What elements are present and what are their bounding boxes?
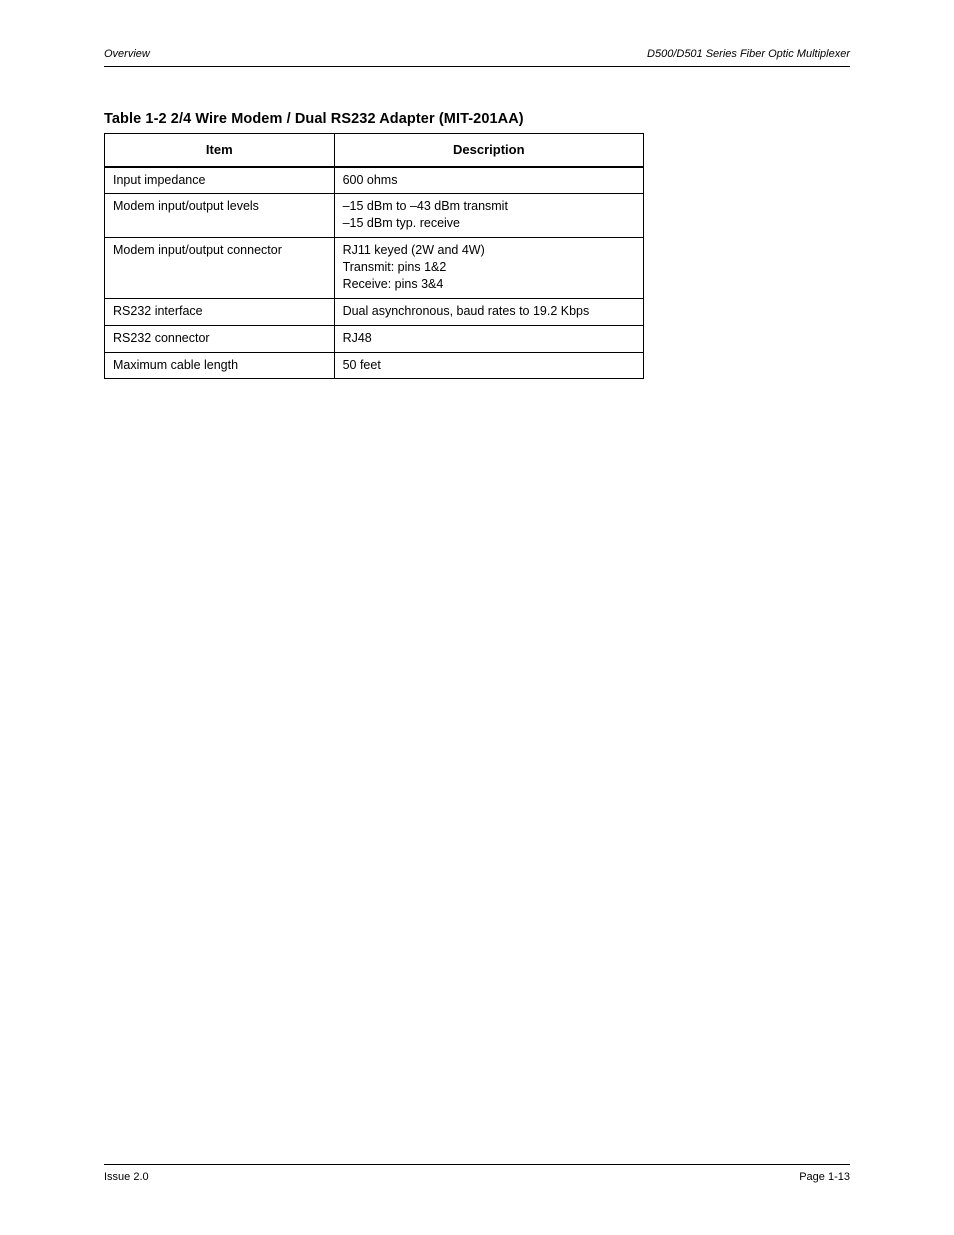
table-row: RS232 connectorRJ48 <box>105 325 644 352</box>
footer-page-label: Page <box>799 1171 828 1183</box>
page-header: Overview D500/D501 Series Fiber Optic Mu… <box>104 48 850 60</box>
footer-issue: Issue 2.0 <box>104 1171 149 1183</box>
footer-page-number: 1-13 <box>828 1171 850 1183</box>
table-header-description: Description <box>334 134 643 167</box>
footer-page: Page 1-13 <box>799 1171 850 1183</box>
table-cell-description: RJ11 keyed (2W and 4W)Transmit: pins 1&2… <box>334 238 643 299</box>
page-footer: Issue 2.0 Page 1-13 <box>104 1164 850 1183</box>
table-cell-item: Modem input/output levels <box>105 194 335 238</box>
table-cell-item: RS232 connector <box>105 325 335 352</box>
spec-table: Item Description Input impedance600 ohms… <box>104 133 644 379</box>
header-rule <box>104 66 850 67</box>
table-header-item: Item <box>105 134 335 167</box>
table-cell-item: Maximum cable length <box>105 352 335 379</box>
header-left: Overview <box>104 48 150 60</box>
table-row: RS232 interfaceDual asynchronous, baud r… <box>105 298 644 325</box>
table-row: Input impedance600 ohms <box>105 167 644 194</box>
table-row: Maximum cable length50 feet <box>105 352 644 379</box>
table-row: Modem input/output levels–15 dBm to –43 … <box>105 194 644 238</box>
table-header-row: Item Description <box>105 134 644 167</box>
table-cell-description: Dual asynchronous, baud rates to 19.2 Kb… <box>334 298 643 325</box>
table-cell-description: RJ48 <box>334 325 643 352</box>
table-cell-description: 600 ohms <box>334 167 643 194</box>
table-cell-item: Input impedance <box>105 167 335 194</box>
header-right: D500/D501 Series Fiber Optic Multiplexer <box>647 48 850 60</box>
table-row: Modem input/output connectorRJ11 keyed (… <box>105 238 644 299</box>
footer-rule <box>104 1164 850 1165</box>
table-cell-item: RS232 interface <box>105 298 335 325</box>
table-cell-description: 50 feet <box>334 352 643 379</box>
table-title: Table 1-2 2/4 Wire Modem / Dual RS232 Ad… <box>104 111 850 127</box>
table-cell-item: Modem input/output connector <box>105 238 335 299</box>
table-cell-description: –15 dBm to –43 dBm transmit–15 dBm typ. … <box>334 194 643 238</box>
